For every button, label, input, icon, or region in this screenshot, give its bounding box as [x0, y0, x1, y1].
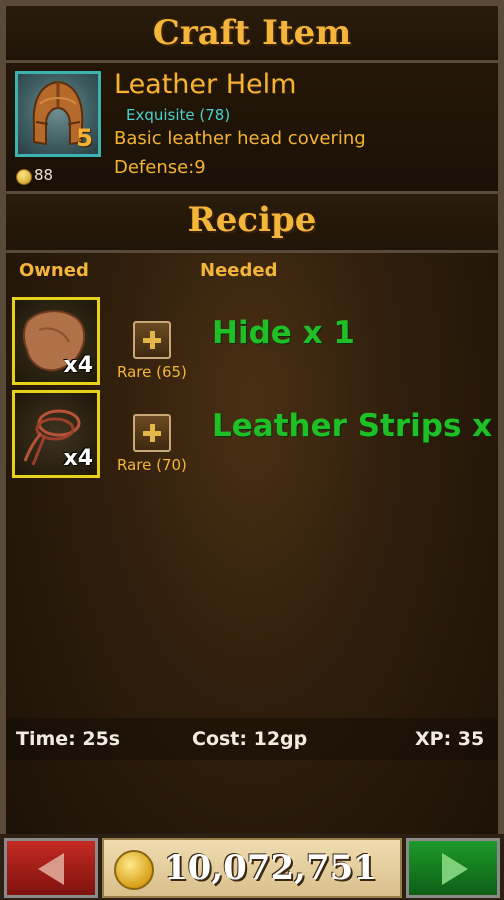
needed-column-label: Needed	[200, 260, 278, 281]
arrow-left-icon	[38, 853, 64, 885]
craft-xp: XP: 35	[415, 728, 485, 750]
ingredient-owned-count: x4	[63, 353, 94, 378]
item-defense: Defense:9	[114, 157, 206, 178]
item-slot[interactable]: 5	[15, 71, 101, 157]
recipe-title: Recipe	[187, 200, 317, 240]
ingredient-name: Leather Strips x 2	[212, 408, 504, 444]
gold-amount: 10,072,751	[164, 848, 377, 888]
craft-time: Time: 25s	[16, 728, 121, 750]
add-ingredient-button[interactable]	[133, 414, 171, 452]
item-panel: 5 88 Leather Helm Exquisite (78) Basic l…	[6, 63, 498, 194]
ingredient-row: x4 Rare (65) Hide x 1	[0, 297, 504, 389]
ingredient-row: x4 Rare (70) Leather Strips x 2	[0, 390, 504, 482]
page-title: Craft Item	[152, 13, 352, 53]
item-name: Leather Helm	[114, 69, 297, 100]
craft-header: Craft Item	[6, 6, 498, 63]
coin-icon	[16, 169, 32, 185]
item-price: 88	[34, 166, 54, 184]
bottom-bar: 10,072,751	[0, 834, 504, 900]
craft-cost: Cost: 12gp	[192, 728, 308, 750]
gold-coin-icon	[114, 850, 154, 890]
recipe-header: Recipe	[6, 194, 498, 253]
ingredient-slot[interactable]: x4	[12, 297, 100, 385]
add-ingredient-button[interactable]	[133, 321, 171, 359]
ingredient-name: Hide x 1	[212, 315, 355, 351]
arrow-right-icon	[442, 853, 468, 885]
item-quality: Exquisite (78)	[126, 106, 231, 124]
back-button[interactable]	[4, 838, 98, 898]
craft-confirm-button[interactable]	[406, 838, 500, 898]
item-description: Basic leather head covering	[114, 128, 366, 149]
ingredient-rarity: Rare (65)	[117, 363, 187, 381]
item-level: 5	[76, 124, 93, 152]
ingredient-owned-count: x4	[63, 446, 94, 471]
ingredient-slot[interactable]: x4	[12, 390, 100, 478]
owned-column-label: Owned	[19, 260, 89, 281]
ingredient-rarity: Rare (70)	[117, 456, 187, 474]
craft-stats: Time: 25s Cost: 12gp XP: 35	[6, 718, 498, 760]
gold-display: 10,072,751	[102, 838, 402, 898]
